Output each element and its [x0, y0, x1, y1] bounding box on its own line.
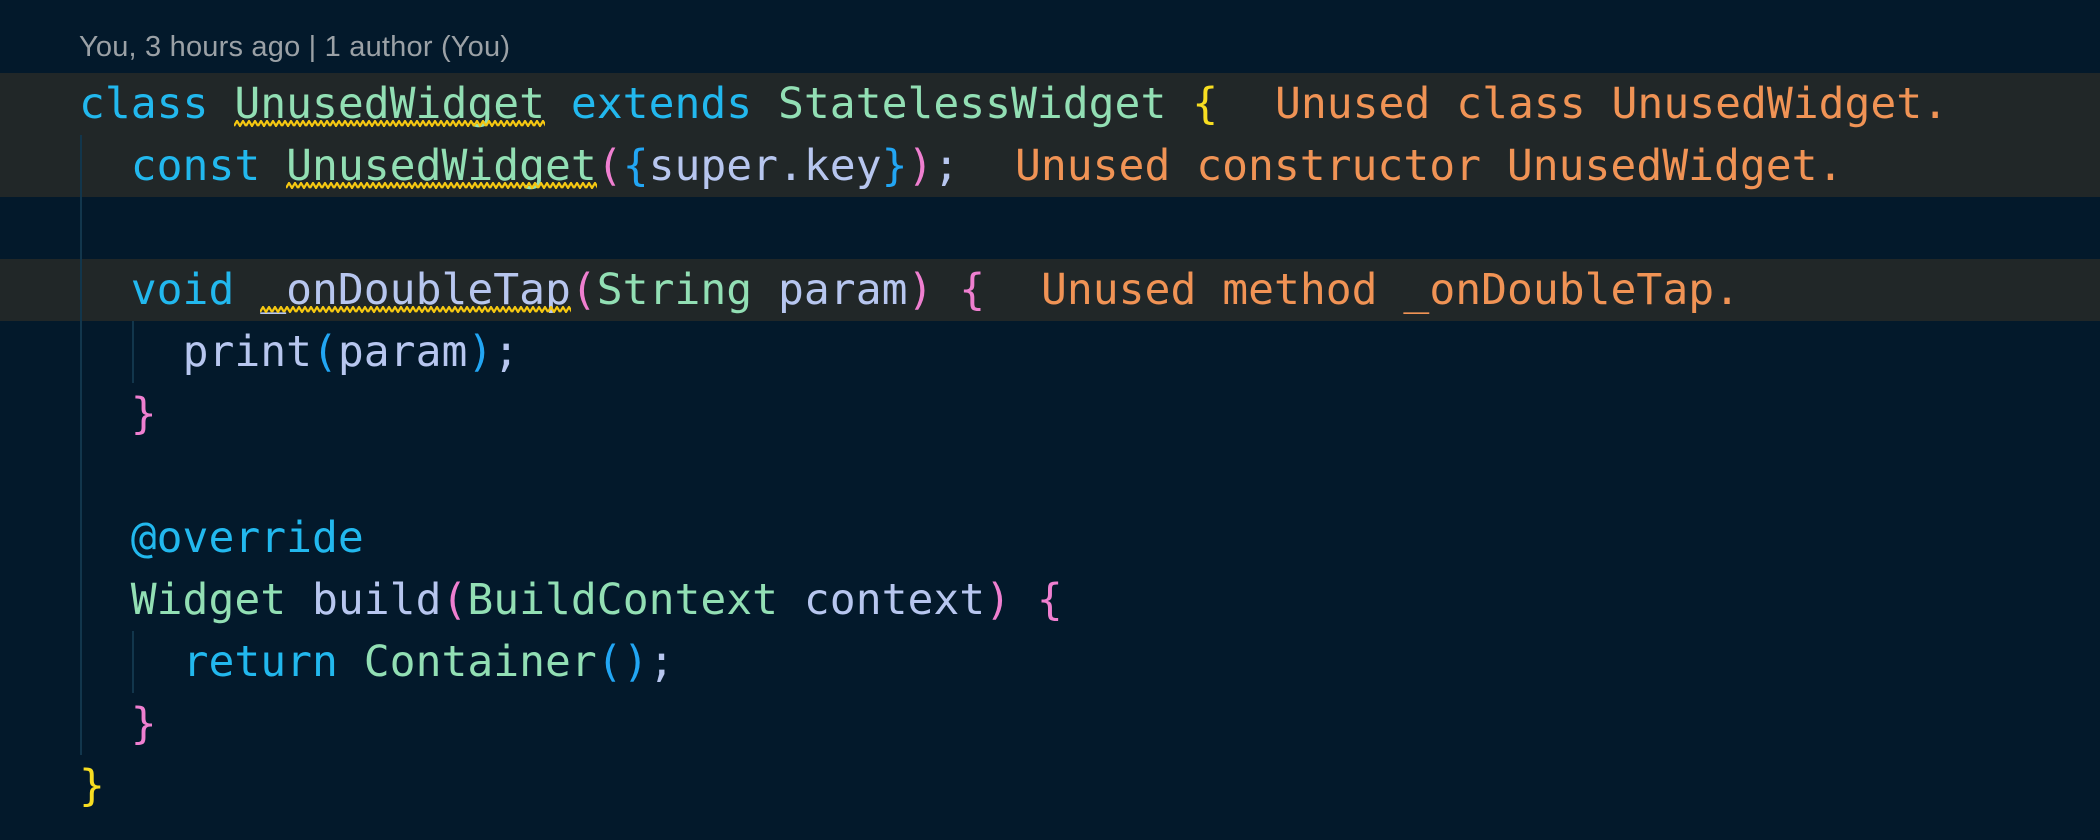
- code-line[interactable]: [0, 197, 2100, 259]
- code-token: ): [907, 141, 934, 191]
- code-token: context: [803, 575, 986, 625]
- code-token: (: [596, 637, 623, 687]
- inline-hint[interactable]: Unused method _onDoubleTap.: [1041, 259, 1740, 321]
- code-token: (: [312, 327, 338, 377]
- code-token: {: [622, 141, 649, 191]
- code-editor-viewport: You, 3 hours ago | 1 author (You) class …: [0, 0, 2100, 840]
- code-line-text: Widget build(BuildContext context) {: [79, 569, 1063, 631]
- code-token: class: [79, 79, 209, 129]
- code-token: {: [1192, 79, 1219, 129]
- code-line-text: class UnusedWidget extends StatelessWidg…: [79, 73, 1218, 135]
- code-line[interactable]: return Container();: [0, 631, 2100, 693]
- code-token: ): [907, 265, 934, 315]
- indent-guide: [80, 197, 82, 259]
- code-token: }: [881, 141, 908, 191]
- code-token: return: [182, 637, 338, 687]
- code-token: {: [1036, 575, 1063, 625]
- code-token: Widget: [130, 575, 287, 625]
- code-token: ): [985, 575, 1012, 625]
- code-token: BuildContext: [467, 575, 779, 625]
- code-line[interactable]: }: [0, 755, 2100, 817]
- code-line[interactable]: class UnusedWidget extends StatelessWidg…: [0, 73, 2100, 135]
- code-token: ;: [933, 141, 960, 191]
- code-line[interactable]: @override: [0, 507, 2100, 569]
- code-token-warning: UnusedWidget: [286, 141, 597, 191]
- code-line[interactable]: Widget build(BuildContext context) {: [0, 569, 2100, 631]
- code-token: @override: [130, 513, 364, 563]
- code-token: ): [467, 327, 494, 377]
- code-token: }: [130, 699, 157, 749]
- indent-guide: [80, 445, 82, 507]
- code-line-text: }: [79, 693, 157, 755]
- code-token: extends: [570, 79, 753, 129]
- code-line[interactable]: print(param);: [0, 321, 2100, 383]
- code-token: String: [596, 265, 753, 315]
- code-token: const: [130, 141, 261, 191]
- code-line[interactable]: }: [0, 383, 2100, 445]
- code-token: StatelessWidget: [778, 79, 1167, 129]
- code-line-text: return Container();: [79, 631, 675, 693]
- code-token: ): [622, 637, 649, 687]
- code-token: ;: [648, 637, 675, 687]
- code-line-text: }: [79, 755, 105, 817]
- inline-hint[interactable]: Unused constructor UnusedWidget.: [1015, 135, 1843, 197]
- code-line-text: print(param);: [79, 321, 520, 383]
- code-line-text: void _onDoubleTap(String param) {: [79, 259, 985, 321]
- git-blame-annotation[interactable]: You, 3 hours ago | 1 author (You): [79, 30, 510, 64]
- code-token: (: [596, 141, 623, 191]
- code-token-warning: _onDoubleTap: [260, 265, 571, 315]
- code-token: print: [182, 327, 313, 377]
- code-token: build: [312, 575, 442, 625]
- code-line[interactable]: [0, 445, 2100, 507]
- code-line-text: @override: [79, 507, 364, 569]
- code-line[interactable]: const UnusedWidget({super.key}); Unused c…: [0, 135, 2100, 197]
- code-token: (: [441, 575, 468, 625]
- code-token: param: [778, 265, 908, 315]
- code-token-warning: UnusedWidget: [234, 79, 546, 129]
- code-content[interactable]: class UnusedWidget extends StatelessWidg…: [0, 73, 2100, 817]
- code-line[interactable]: }: [0, 693, 2100, 755]
- code-token: .: [778, 141, 804, 191]
- code-token: ;: [493, 327, 520, 377]
- code-line-text: }: [79, 383, 157, 445]
- code-token: param: [337, 327, 468, 377]
- code-token: }: [130, 389, 157, 439]
- code-token: key: [803, 141, 882, 191]
- code-line-text: const UnusedWidget({super.key});: [79, 135, 959, 197]
- code-token: }: [79, 761, 105, 811]
- code-token: Container: [363, 637, 597, 687]
- code-token: super: [648, 141, 779, 191]
- code-token: (: [570, 265, 597, 315]
- code-token: {: [959, 265, 986, 315]
- inline-hint[interactable]: Unused class UnusedWidget.: [1275, 73, 1948, 135]
- code-token: void: [130, 265, 235, 315]
- code-line[interactable]: void _onDoubleTap(String param) { Unused …: [0, 259, 2100, 321]
